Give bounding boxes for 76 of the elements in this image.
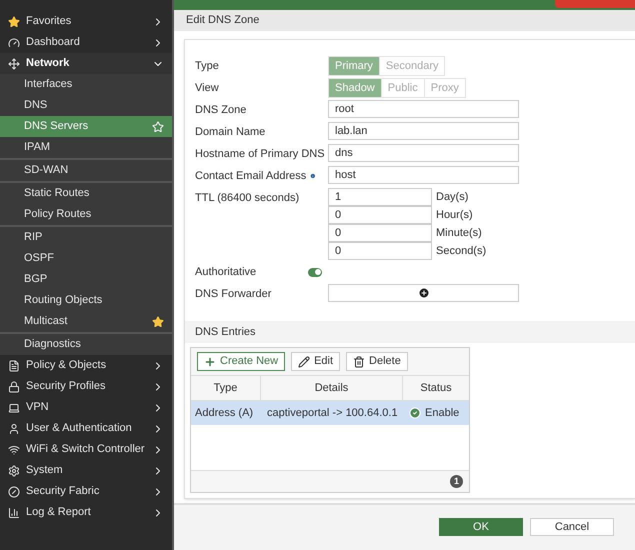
unit-label: Day(s)	[436, 190, 468, 205]
sidebar-item[interactable]: Dashboard	[0, 32, 172, 53]
star-icon	[8, 16, 20, 28]
toolbar-button[interactable]: Create New	[197, 352, 286, 371]
unit-label: Hour(s)	[436, 208, 473, 223]
sidebar-item[interactable]: Network	[0, 53, 172, 74]
field-label: Hostname of Primary DNS	[195, 146, 325, 162]
table-cell-text: captiveportal -> 100.64.0.1	[266, 406, 399, 421]
toolbar-button[interactable]: Edit	[291, 352, 340, 371]
pencil-icon	[298, 356, 310, 368]
sidebar-item[interactable]: Favorites	[0, 11, 172, 32]
sidebar-item[interactable]: WiFi & Switch Controller	[0, 439, 172, 460]
gear-icon	[8, 464, 20, 476]
field-label: View	[195, 80, 219, 96]
sidebar-item[interactable]: Log & Report	[0, 502, 172, 523]
field-label: Domain Name	[195, 124, 266, 140]
wifi-icon	[8, 444, 20, 456]
sidebar-item[interactable]: Multicast	[0, 311, 172, 334]
sidebar-item[interactable]: Interfaces	[0, 74, 172, 95]
document-icon	[8, 360, 20, 372]
sidebar-item[interactable]: Security Profiles	[0, 376, 172, 397]
move-arrows-icon	[8, 58, 20, 70]
sidebar-item[interactable]: DNS	[0, 95, 172, 116]
number-field[interactable]: 0	[328, 206, 432, 224]
number-field[interactable]: 0	[328, 242, 432, 260]
column-header[interactable]: Details	[261, 376, 403, 400]
plus-icon	[418, 287, 430, 299]
lock-icon	[8, 380, 20, 392]
sidebar-item[interactable]: VPN	[0, 397, 172, 418]
table-cell-text: Enable	[425, 406, 460, 421]
table-row[interactable]: Address (A) captiveportal -> 100.64.0.1 Enable	[191, 401, 469, 425]
sidebar-item[interactable]: RIP	[0, 227, 172, 248]
user-icon	[8, 422, 20, 434]
sidebar-item[interactable]: Security Fabric	[0, 481, 172, 502]
count-badge: 1	[450, 475, 463, 488]
text-field[interactable]: lab.lan	[328, 122, 519, 140]
cancel-button[interactable]: Cancel	[530, 518, 614, 536]
trash-icon	[353, 356, 366, 368]
star-icon[interactable]	[152, 316, 164, 328]
field-label: Authoritative	[195, 264, 256, 280]
ok-button[interactable]: OK	[439, 518, 523, 536]
sidebar-item[interactable]: System	[0, 460, 172, 481]
sidebar-item[interactable]: User & Authentication	[0, 418, 172, 439]
sidebar-item[interactable]: OSPF	[0, 248, 172, 269]
sidebar-item[interactable]: IPAM	[0, 137, 172, 160]
unit-label: Second(s)	[436, 244, 486, 259]
sidebar-item[interactable]: Static Routes	[0, 183, 172, 204]
sidebar-item[interactable]: Policy Routes	[0, 204, 172, 227]
section-title: DNS Entries	[195, 324, 256, 340]
field-label: Type	[195, 58, 219, 74]
sidebar-item[interactable]: DNS Servers	[0, 116, 172, 137]
sidebar-item[interactable]: Diagnostics	[0, 334, 172, 355]
field-label: DNS Zone	[195, 102, 246, 118]
number-field[interactable]: 1	[328, 188, 432, 206]
text-field[interactable]: dns	[328, 144, 519, 162]
page-title: Edit DNS Zone	[186, 13, 260, 28]
gauge-icon	[8, 36, 20, 48]
table-cell-text: Address (A)	[194, 406, 254, 421]
laptop-icon	[8, 402, 20, 414]
sidebar-item[interactable]: Policy & Objects	[0, 355, 172, 376]
field-label: Contact Email Address	[195, 168, 306, 184]
sidebar-item[interactable]: BGP	[0, 269, 172, 290]
text-field[interactable]: root	[328, 100, 519, 118]
toolbar-button[interactable]: Delete	[346, 352, 408, 371]
column-header[interactable]: Type	[191, 376, 261, 400]
sidebar-item[interactable]: SD-WAN	[0, 160, 172, 183]
field-label: DNS Forwarder	[195, 286, 272, 302]
unit-label: Minute(s)	[436, 226, 482, 241]
field-label: TTL (86400 seconds)	[195, 190, 300, 206]
text-field[interactable]: host	[328, 166, 519, 184]
number-field[interactable]: 0	[328, 224, 432, 242]
bar-chart-icon	[8, 506, 20, 518]
column-header[interactable]: Status	[403, 376, 469, 400]
toggle-switch[interactable]	[308, 268, 322, 276]
sidebar-item[interactable]: Routing Objects	[0, 290, 172, 311]
plus-icon	[204, 356, 216, 368]
